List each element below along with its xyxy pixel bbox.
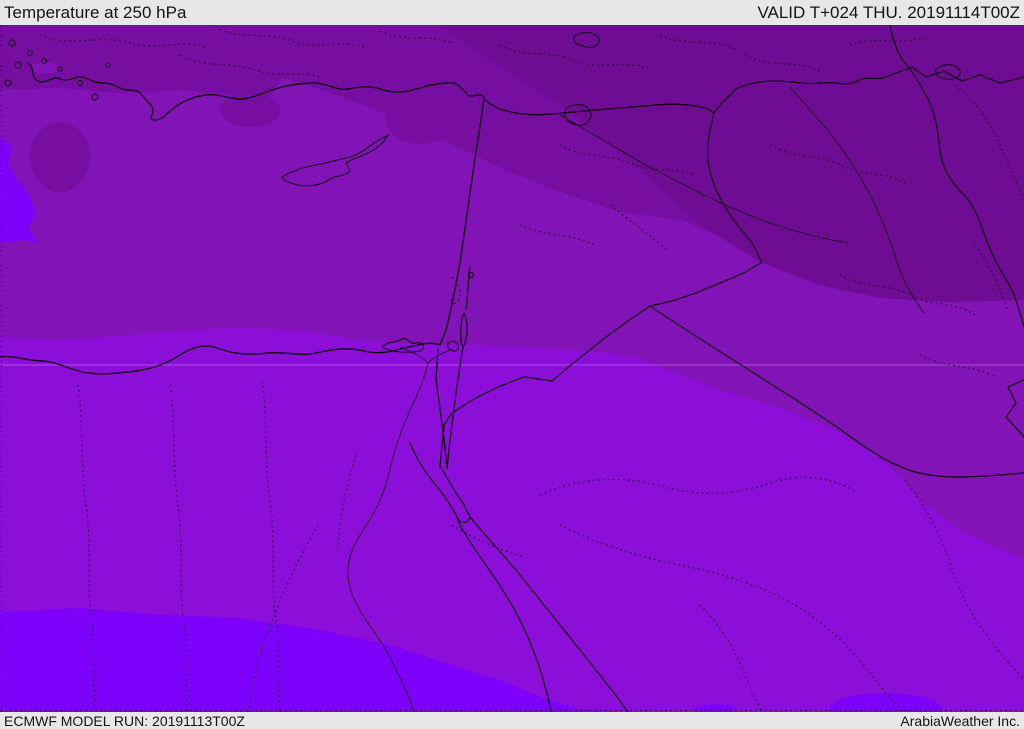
cold-pocket-antalya xyxy=(386,96,454,144)
map-title: Temperature at 250 hPa xyxy=(4,2,187,22)
brand-label: ArabiaWeather Inc. xyxy=(900,712,1020,729)
header-bar: Temperature at 250 hPa VALID T+024 THU. … xyxy=(0,0,1024,25)
cold-pocket-aegean xyxy=(30,122,90,192)
valid-time-label: VALID T+024 THU. 20191114T00Z xyxy=(757,2,1020,22)
footer-bar: ECMWF MODEL RUN: 20191113T00Z ArabiaWeat… xyxy=(0,712,1024,729)
model-run-label: ECMWF MODEL RUN: 20191113T00Z xyxy=(4,712,245,729)
weather-map xyxy=(0,25,1024,712)
